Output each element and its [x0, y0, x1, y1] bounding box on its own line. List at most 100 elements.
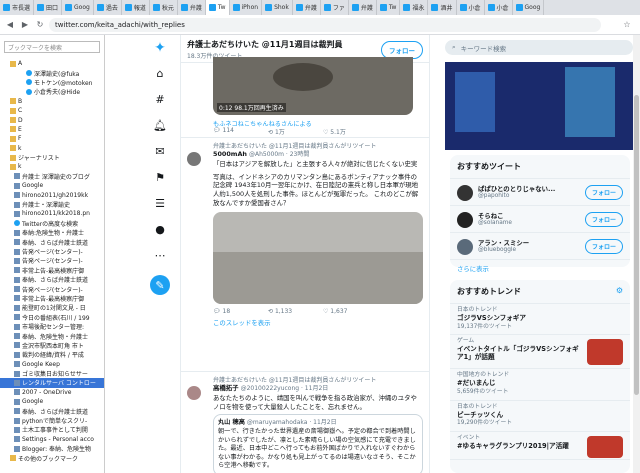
avatar[interactable]	[457, 239, 473, 255]
settings-icon[interactable]: ⚙	[616, 286, 623, 295]
bookmark-item[interactable]: k	[0, 162, 104, 171]
trend-item[interactable]: イベント #ゆるキャラグランプリ2019|ア活躍	[450, 432, 630, 461]
avatar[interactable]	[187, 386, 201, 400]
bookmark-item[interactable]: レンタルサーバ コントロー	[0, 378, 104, 388]
browser-tab[interactable]: 秋元	[150, 0, 178, 15]
bookmark-item[interactable]: 弁護士・深澤諭史	[0, 200, 104, 209]
bookmark-item[interactable]: 裁判の経緯/資料 / 平成	[0, 350, 104, 359]
bookmark-search-input[interactable]: ブックマークを検索	[4, 41, 100, 53]
browser-tab[interactable]: iPhon	[230, 0, 263, 15]
tweet[interactable]: 弁護士あだちけいた @11月1週目は裁判員さんがリツイート 5000mAh @A…	[181, 137, 429, 367]
browser-tab[interactable]: Shok	[262, 0, 293, 15]
bookmark-item[interactable]: 金沢市駅西本町角 市ト	[0, 341, 104, 350]
bookmark-item[interactable]: pythonで簡単なスクリ-	[0, 416, 104, 425]
bookmark-item[interactable]: D	[0, 115, 104, 124]
bookmark-item[interactable]: 奉納、さらば弁護士鉄道	[0, 237, 104, 247]
scrollbar-thumb[interactable]	[634, 95, 639, 395]
forward-icon[interactable]: ▶	[19, 19, 31, 31]
tweet[interactable]: 弁護士あだちけいた @11月1週目は裁判員さんがリツイート 高橋拓子 @2010…	[181, 371, 429, 473]
bookmark-item[interactable]: 奉納、さらば弁護士鉄道	[0, 275, 104, 284]
bookmark-item[interactable]: ジャーナリスト	[0, 153, 104, 162]
bookmark-item[interactable]: A	[0, 59, 104, 68]
retweet-icon[interactable]: ⟲ 1万	[268, 127, 323, 136]
bookmark-item[interactable]: その他のブックマーク	[0, 453, 104, 463]
bookmark-item[interactable]: 奉納、さらば弁護士鉄道	[0, 406, 104, 416]
profile-icon[interactable]: ●	[152, 221, 168, 237]
bookmark-item[interactable]: hirono2011/gh2019kk	[0, 190, 104, 199]
bookmark-item[interactable]: k	[0, 144, 104, 153]
account-suggestion[interactable]: そらねこ @solaname フォロー	[450, 206, 630, 233]
avatar[interactable]	[457, 185, 473, 201]
bookmark-item[interactable]: 奉納:危険生物・弁護士	[0, 228, 104, 237]
browser-tab[interactable]: 過去	[94, 0, 122, 15]
reply-icon[interactable]: 💬︎ 114	[213, 127, 268, 136]
follow-button[interactable]: フォロー	[584, 212, 623, 227]
avatar[interactable]	[187, 152, 201, 166]
browser-tab[interactable]: 弁護	[293, 0, 321, 15]
browser-tab[interactable]: Tw	[205, 0, 230, 15]
star-icon[interactable]: ☆	[621, 19, 633, 31]
browser-tab[interactable]: 報道	[122, 0, 150, 15]
browser-tab[interactable]: 市長選	[0, 0, 35, 15]
bookmark-item[interactable]: B	[0, 97, 104, 106]
bookmark-item[interactable]: 非常上告-最高検察庁御	[0, 294, 104, 303]
bookmark-item[interactable]: 告発ページ(センター)-	[0, 256, 104, 265]
bookmark-item[interactable]: 能登町の1対関文見 - 日	[0, 303, 104, 312]
retweet-icon[interactable]: ⟲ 1,133	[268, 308, 323, 317]
bookmark-item[interactable]: モトケン(@motoken	[0, 78, 104, 87]
bookmark-item[interactable]: Google	[0, 181, 104, 190]
home-icon[interactable]: ⌂	[152, 65, 168, 81]
show-more-link[interactable]: さらに表示	[450, 260, 630, 277]
bookmark-item[interactable]: E	[0, 125, 104, 134]
more-icon[interactable]: ⋯	[152, 247, 168, 263]
bookmarks-icon[interactable]: ⚑	[152, 169, 168, 185]
browser-tab[interactable]: 小倉	[485, 0, 513, 15]
bookmark-item[interactable]: Blogger: 奉納、危険生物	[0, 444, 104, 453]
trend-item[interactable]: 日本のトレンド ピーチッツくん 19,290件のツイート	[450, 401, 630, 433]
notifications-icon[interactable]: 🔔︎	[152, 117, 168, 133]
bookmark-item[interactable]: C	[0, 106, 104, 115]
page-scrollbar[interactable]	[633, 35, 640, 473]
quoted-tweet[interactable]: 丸山 穂高 @maruyamahodaka · 11月2日 朝一で、行きたかった…	[213, 414, 423, 473]
browser-tab[interactable]: 弁護	[178, 0, 206, 15]
bookmark-item[interactable]: 小倉秀夫(@Hide	[0, 87, 104, 96]
trend-item[interactable]: 日本のトレンド ゴジラVSシンフォギア 19,137件のツイート	[450, 304, 630, 336]
tweet-photo[interactable]	[213, 211, 423, 304]
twitter-search-input[interactable]: ⌕ キーワード検索	[445, 40, 633, 55]
compose-tweet-button[interactable]: ✎	[150, 275, 170, 295]
browser-tab[interactable]: 酒井	[428, 0, 457, 15]
browser-tab[interactable]: 田口	[34, 0, 63, 15]
follow-button[interactable]: フォロー	[584, 239, 623, 254]
trend-item[interactable]: ゲーム イベントタイトル「ゴジラVSシンフォギア1」が話題	[450, 335, 630, 370]
bookmark-item[interactable]: 今日の番組表(石川 / 199	[0, 313, 104, 322]
show-thread-link[interactable]: このスレッドを表示	[213, 319, 423, 328]
browser-tab[interactable]: 小倉	[457, 0, 485, 15]
twitter-logo-icon[interactable]: ✦	[152, 40, 168, 56]
bookmark-item[interactable]: 奉納、危険生物・弁護士	[0, 331, 104, 341]
bookmark-item[interactable]: 非常上告-最高検察庁御	[0, 266, 104, 275]
trend-image[interactable]	[445, 62, 633, 150]
bookmark-item[interactable]: Settings - Personal acco	[0, 435, 104, 444]
messages-icon[interactable]: ✉	[152, 143, 168, 159]
bookmark-item[interactable]: 市場後配センター管理:	[0, 322, 104, 331]
browser-tab[interactable]: Goog	[62, 0, 94, 15]
bookmark-item[interactable]: 土木工事事件として判開	[0, 425, 104, 434]
account-suggestion[interactable]: アラン・スミシー @blueboggle フォロー	[450, 233, 630, 260]
browser-tab[interactable]: 福永	[400, 0, 429, 15]
author-name[interactable]: 高橋拓子	[213, 384, 239, 392]
bookmark-item[interactable]: Twitterの高度な検索	[0, 219, 104, 228]
browser-tab[interactable]: ファ	[321, 0, 349, 15]
follow-button[interactable]: フォロー	[584, 185, 623, 200]
reload-icon[interactable]: ↻	[34, 19, 46, 31]
video-player[interactable]: 0:12 98.1万回再生済み	[213, 57, 413, 115]
author-name[interactable]: 5000mAh	[213, 150, 247, 158]
bookmark-item[interactable]: Google Keep	[0, 360, 104, 369]
account-suggestion[interactable]: ぱぱひとのとりじゃない... @papohito フォロー	[450, 179, 630, 206]
back-icon[interactable]: ◀	[4, 19, 16, 31]
bookmark-item[interactable]: ゴミ収集日お知らせサー	[0, 369, 104, 378]
browser-tab[interactable]: Goog	[513, 0, 545, 15]
reply-icon[interactable]: 💬︎ 18	[213, 308, 268, 317]
explore-icon[interactable]: #	[152, 91, 168, 107]
like-icon[interactable]: ♡ 5.1万	[323, 127, 378, 136]
browser-tab[interactable]: Tw	[377, 0, 401, 15]
